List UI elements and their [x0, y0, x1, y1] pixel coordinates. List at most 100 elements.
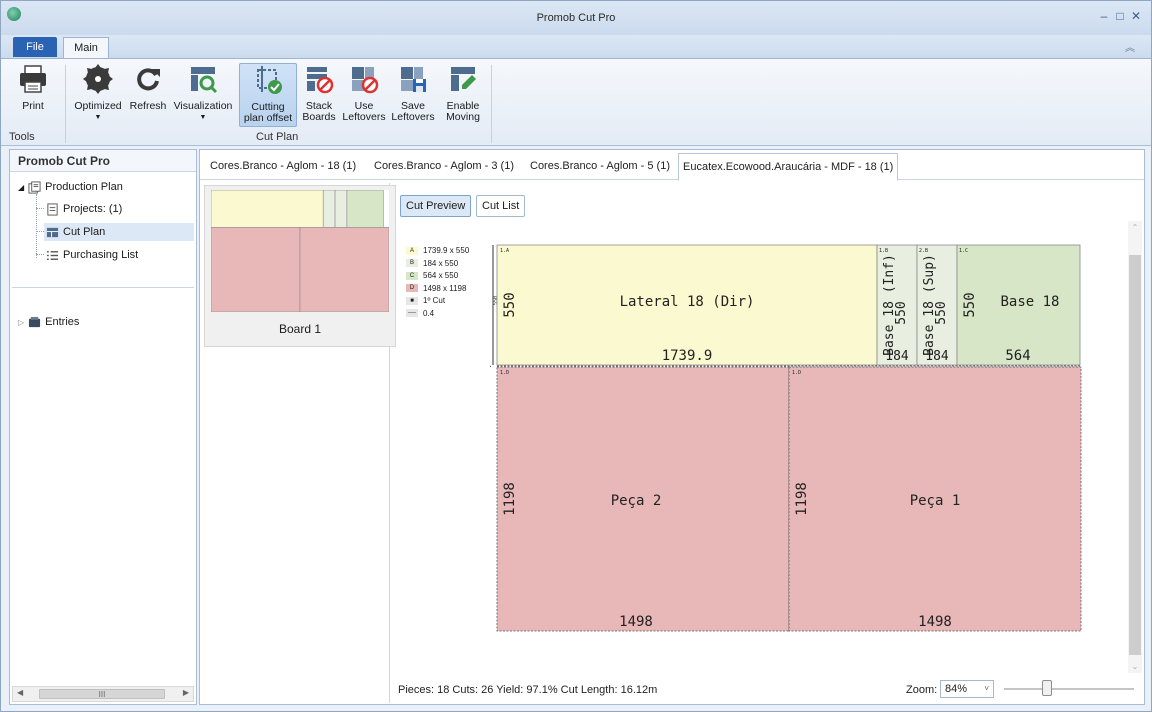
viewer-scroll-thumb[interactable] [1129, 255, 1141, 655]
tree-expand-icon[interactable]: ◢ [18, 183, 24, 192]
optimized-label: Optimized [74, 100, 122, 112]
visualization-label: Visualization [173, 100, 233, 112]
tab-material-4[interactable]: Eucatex.Ecowood.Araucária - MDF - 18 (1) [678, 153, 899, 181]
production-plan-icon [28, 180, 41, 194]
cutting-plan-offset-button[interactable]: Cutting plan offset [239, 63, 297, 127]
piece-d-peca-1[interactable]: 1.D Peça 1 1498 1198 [788, 366, 1082, 632]
piece-tag: 1.A [500, 248, 509, 254]
cutting-offset-icon [257, 66, 282, 94]
piece-tag: 2.B [919, 248, 928, 254]
tree-item-cut-plan[interactable]: Cut Plan [44, 223, 194, 241]
piece-height-b-inf: 550 [894, 301, 909, 324]
legend-size: 564 x 550 [423, 271, 459, 280]
title-bar: Promob Cut Pro – □ ✕ [1, 1, 1151, 35]
cut-plan-icon [46, 227, 59, 237]
piece-b-sup[interactable]: 2.B Base 18 (Sup) 550 184 [916, 244, 958, 366]
board-thumbnail-card[interactable]: Board 1 [204, 185, 396, 347]
legend-swatch: D [406, 284, 418, 292]
tree-connector [36, 231, 44, 232]
enable-moving-button[interactable]: Enable Moving [439, 63, 487, 127]
tab-material-1[interactable]: Cores.Branco - Aglom - 18 (1) [206, 156, 360, 180]
scroll-up-icon[interactable]: ⌃ [1128, 223, 1142, 232]
tree-item-entries[interactable]: ▷ Entries [18, 313, 79, 331]
group-separator [65, 65, 66, 143]
refresh-label: Refresh [129, 100, 167, 112]
explorer-header: Promob Cut Pro [10, 150, 196, 172]
piece-c[interactable]: 1.C Base 18 564 550 [956, 244, 1081, 366]
stack-label-2: Boards [302, 111, 336, 123]
piece-height: 550 [962, 292, 978, 317]
save-label-2: Leftovers [391, 111, 435, 123]
zoom-select[interactable]: 84% ˅ [940, 680, 994, 698]
refresh-button[interactable]: Refresh [125, 63, 171, 127]
piece-height-b-sup: 550 [934, 301, 949, 324]
cut-plan-canvas: 550 » 1.A Lateral 18 (Dir) 1739.9 550 1.… [490, 244, 1082, 632]
stack-boards-button[interactable]: Stack Boards [299, 63, 339, 127]
optimized-dropdown-icon: ▼ [94, 114, 102, 121]
collapse-ribbon-icon[interactable]: ︽ [1125, 39, 1135, 54]
optimized-button[interactable]: Optimized ▼ [71, 63, 125, 127]
zoom-slider-track[interactable] [1004, 688, 1134, 690]
board-label: Board 1 [278, 322, 322, 336]
legend-item-b: B 184 x 550 [406, 258, 486, 269]
save-leftovers-icon [401, 67, 426, 92]
piece-b-inf[interactable]: 1.B Base 18 (Inf) 550 184 [876, 244, 918, 366]
viewer-vertical-scrollbar[interactable]: ⌃ ⌄ [1128, 221, 1142, 673]
use-leftovers-button[interactable]: Use Leftovers [339, 63, 389, 127]
window-title: Promob Cut Pro [536, 12, 616, 24]
tab-file[interactable]: File [13, 37, 57, 57]
explorer-horizontal-scrollbar[interactable]: ◀ III ▶ [12, 686, 194, 702]
save-leftovers-button[interactable]: Save Leftovers [389, 63, 437, 127]
piece-name: Peça 2 [611, 493, 662, 509]
scroll-down-icon[interactable]: ⌄ [1128, 662, 1142, 671]
board-thumbnail [211, 190, 389, 312]
print-button[interactable]: Print [9, 63, 57, 127]
first-cut-swatch: ■ [406, 296, 418, 305]
tree-connector [36, 194, 37, 258]
board-thumbnails-panel: Board 1 [202, 183, 396, 703]
piece-tag: 1.B [879, 248, 888, 254]
legend-item-c: C 564 x 550 [406, 270, 486, 281]
tab-material-3[interactable]: Cores.Branco - Aglom - 5 (1) [526, 156, 674, 180]
piece-width: 564 [1005, 348, 1030, 364]
tree-expand-icon[interactable]: ▷ [18, 318, 24, 327]
piece-height: 1198 [794, 482, 810, 516]
tab-material-2[interactable]: Cores.Branco - Aglom - 3 (1) [370, 156, 518, 180]
document-icon [47, 202, 58, 216]
tree-item-production-plan[interactable]: ◢ Production Plan [18, 178, 123, 196]
ribbon-tabs: File Main ︽ [1, 35, 1151, 59]
scroll-right-icon[interactable]: ▶ [183, 688, 189, 697]
piece-d-peca-2[interactable]: 1.D Peça 2 1498 1198 [496, 366, 790, 632]
piece-a[interactable]: 1.A Lateral 18 (Dir) 1739.9 550 [496, 244, 878, 366]
group-separator [491, 65, 492, 143]
tree-item-projects[interactable]: Projects: (1) [46, 200, 122, 218]
tree-label-cut-plan: Cut Plan [63, 226, 106, 238]
tree-label-projects: Projects: (1) [63, 203, 123, 215]
tab-main[interactable]: Main [63, 37, 109, 59]
printer-icon [20, 65, 46, 93]
visualization-icon [191, 67, 218, 94]
cut-list-button[interactable]: Cut List [476, 195, 526, 217]
visualization-button[interactable]: Visualization ▼ [171, 63, 235, 127]
use-label-2: Leftovers [342, 111, 386, 123]
entries-icon [29, 316, 41, 327]
piece-tag: 1.D [500, 370, 509, 376]
piece-width: 184 [885, 349, 909, 364]
group-label-cut-plan: Cut Plan [256, 131, 299, 143]
use-leftovers-icon [352, 67, 379, 94]
legend-swatch: A [406, 246, 418, 255]
tree-item-purchasing-list[interactable]: Purchasing List [46, 246, 138, 264]
list-icon [46, 250, 59, 260]
legend-item-kerf: ---- 0.4 [406, 308, 486, 319]
scroll-thumb[interactable]: III [39, 689, 165, 699]
piece-height: 1198 [502, 482, 518, 516]
close-icon[interactable]: ✕ [1129, 9, 1143, 23]
minimize-icon[interactable]: – [1097, 9, 1111, 23]
cut-plan-viewer: Cut Preview Cut List A 1739.9 x 550 B 18… [394, 183, 1144, 703]
cut-statistics: Pieces: 18 Cuts: 26 Yield: 97.1% Cut Len… [398, 684, 658, 696]
zoom-slider-handle[interactable] [1041, 680, 1052, 696]
scroll-left-icon[interactable]: ◀ [17, 688, 23, 697]
legend-size: 1498 x 1198 [423, 283, 467, 293]
maximize-icon[interactable]: □ [1113, 9, 1127, 23]
cut-preview-button[interactable]: Cut Preview [400, 195, 472, 217]
